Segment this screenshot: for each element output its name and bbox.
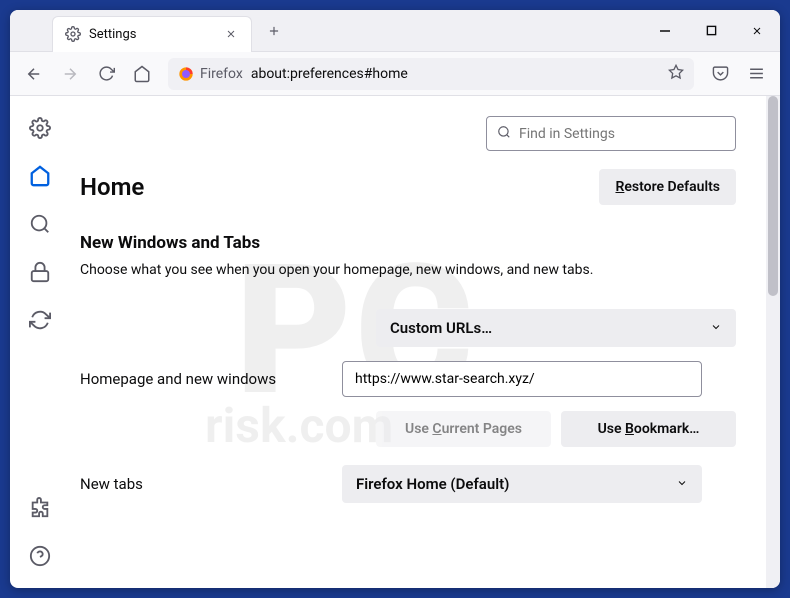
sidebar-item-sync[interactable] <box>28 308 52 332</box>
use-current-pages-button[interactable]: Use Current Pages <box>376 411 551 447</box>
section-desc: Choose what you see when you open your h… <box>80 261 736 281</box>
scrollbar[interactable] <box>766 96 780 588</box>
settings-sidebar <box>10 96 70 588</box>
firefox-identity: Firefox <box>178 66 243 82</box>
browser-window: Settings <box>10 10 780 588</box>
scrollbar-thumb[interactable] <box>768 96 778 296</box>
settings-main: Home Restore Defaults New Windows and Ta… <box>70 96 766 588</box>
window-controls <box>642 10 780 52</box>
toolbar: Firefox about:preferences#home <box>10 52 780 96</box>
homepage-label: Homepage and new windows <box>80 370 330 388</box>
firefox-logo-icon <box>178 66 194 82</box>
new-tab-button[interactable] <box>260 17 288 45</box>
restore-defaults-button[interactable]: Restore Defaults <box>599 169 736 205</box>
urlbar-label: Firefox <box>200 66 243 82</box>
select-value: Firefox Home (Default) <box>356 475 509 493</box>
select-value: Custom URLs… <box>390 319 492 337</box>
search-input[interactable] <box>519 126 725 142</box>
home-button[interactable] <box>126 58 158 90</box>
page-title: Home <box>80 173 144 201</box>
urlbar-path: about:preferences#home <box>251 66 408 82</box>
tab-title: Settings <box>89 27 215 42</box>
settings-search[interactable] <box>486 116 736 151</box>
close-window-button[interactable] <box>734 10 780 52</box>
sidebar-item-help[interactable] <box>28 544 52 568</box>
menu-button[interactable] <box>740 58 772 90</box>
chevron-down-icon <box>676 475 688 493</box>
homepage-url-input[interactable] <box>342 361 702 397</box>
content-area: PCrisk.com <box>10 96 780 588</box>
titlebar: Settings <box>10 10 780 52</box>
bookmark-star-icon[interactable] <box>668 64 684 84</box>
gear-icon <box>65 26 81 42</box>
sidebar-item-privacy[interactable] <box>28 260 52 284</box>
url-bar[interactable]: Firefox about:preferences#home <box>168 58 694 90</box>
sidebar-item-search[interactable] <box>28 212 52 236</box>
maximize-button[interactable] <box>688 10 734 52</box>
search-icon <box>497 124 511 143</box>
reload-button[interactable] <box>90 58 122 90</box>
pocket-button[interactable] <box>704 58 736 90</box>
sidebar-item-extensions[interactable] <box>28 496 52 520</box>
forward-button[interactable] <box>54 58 86 90</box>
homepage-mode-select[interactable]: Custom URLs… <box>376 309 736 347</box>
sidebar-item-home[interactable] <box>28 164 52 188</box>
minimize-button[interactable] <box>642 10 688 52</box>
close-icon[interactable] <box>223 26 239 42</box>
newtabs-select[interactable]: Firefox Home (Default) <box>342 465 702 503</box>
sidebar-item-general[interactable] <box>28 116 52 140</box>
chevron-down-icon <box>710 319 722 337</box>
section-title: New Windows and Tabs <box>80 233 736 253</box>
use-bookmark-button[interactable]: Use Bookmark… <box>561 411 736 447</box>
browser-tab[interactable]: Settings <box>52 16 252 52</box>
back-button[interactable] <box>18 58 50 90</box>
newtabs-label: New tabs <box>80 475 330 493</box>
